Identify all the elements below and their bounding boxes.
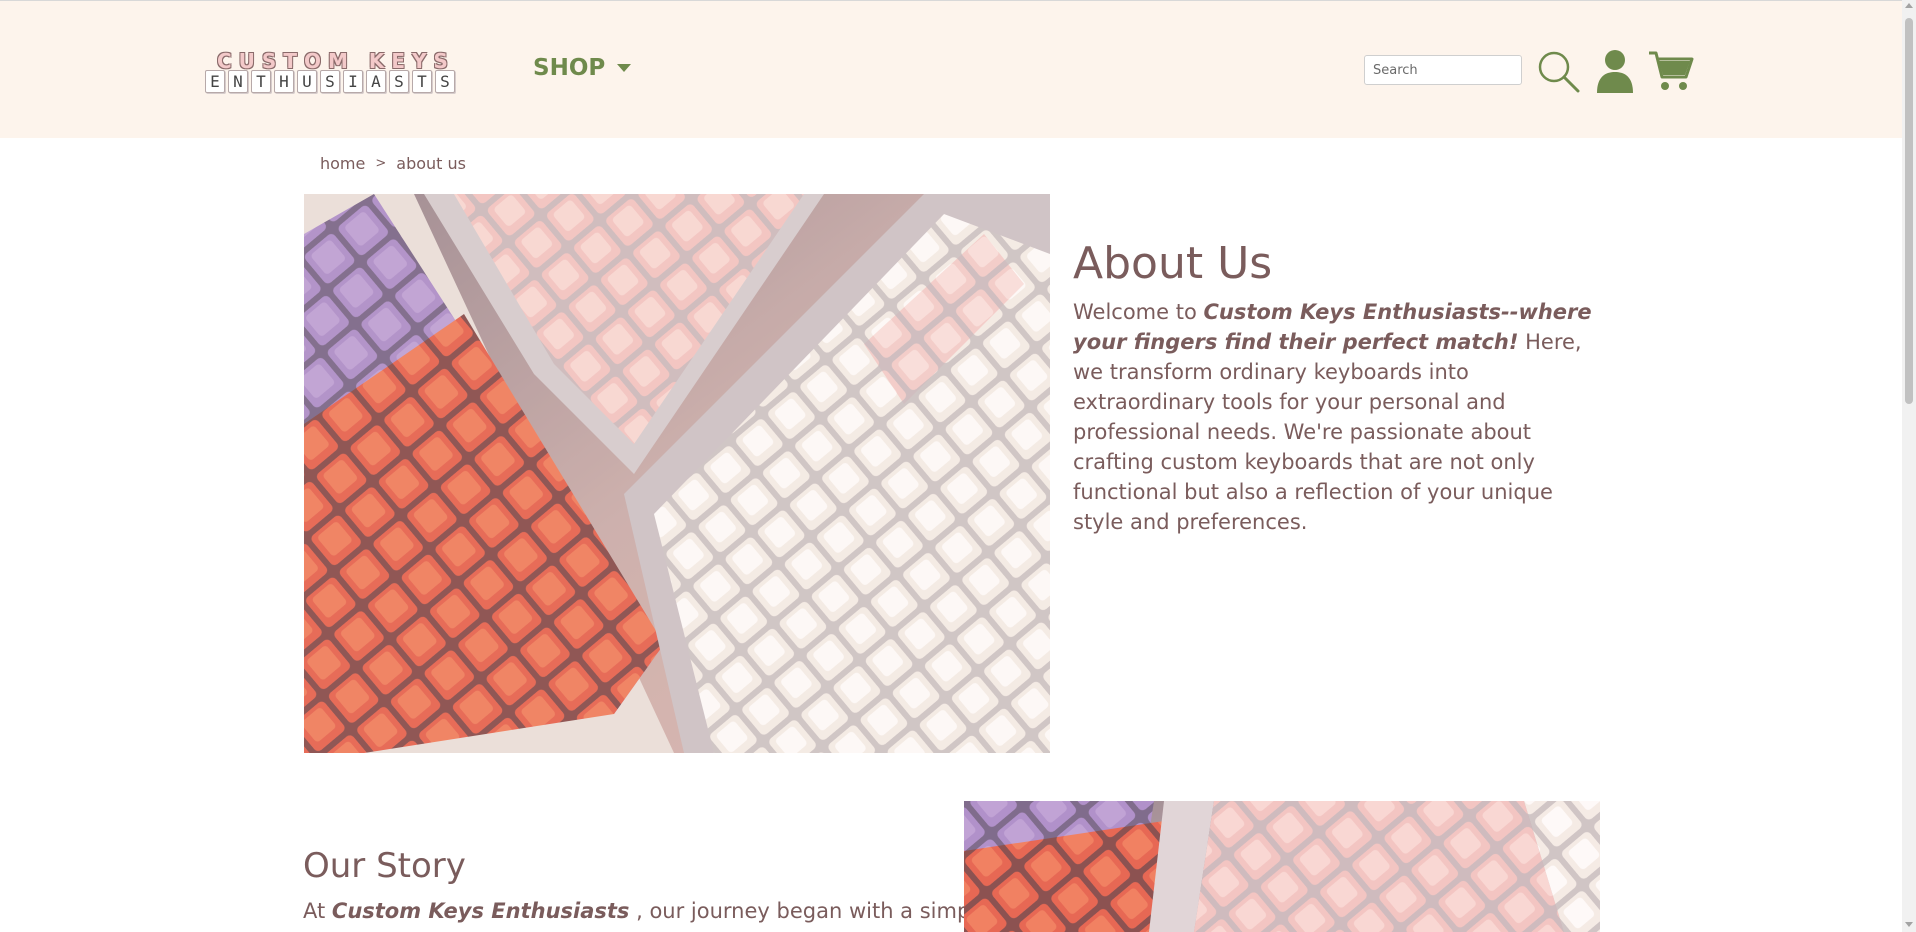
logo-key: U xyxy=(297,70,317,93)
story-text-plain-2: , our journey began with a simple xyxy=(629,899,990,923)
logo-key: E xyxy=(205,70,225,93)
scroll-down-arrow-icon[interactable] xyxy=(1905,922,1913,927)
caret-down-icon xyxy=(617,64,632,72)
about-body: Here, we transform ordinary keyboards in… xyxy=(1073,330,1582,534)
search-icon[interactable] xyxy=(1536,49,1580,93)
scrollbar-thumb[interactable] xyxy=(1905,18,1913,404)
breadcrumb-separator: > xyxy=(375,156,387,171)
about-intro-plain: Welcome to xyxy=(1073,300,1204,324)
logo-key: S xyxy=(320,70,340,93)
user-icon[interactable] xyxy=(1594,49,1636,93)
logo-key: S xyxy=(435,70,455,93)
keyboard-hero-image xyxy=(304,194,1050,753)
cart-icon[interactable] xyxy=(1648,49,1694,93)
page: CUSTOM KEYS E N T H U S I A S T S SHOP S… xyxy=(0,0,1902,932)
page-title: About Us xyxy=(1073,238,1273,289)
shop-label: SHOP xyxy=(533,55,606,81)
story-title: Our Story xyxy=(303,846,466,886)
shop-dropdown[interactable]: SHOP xyxy=(533,55,632,81)
site-header: CUSTOM KEYS E N T H U S I A S T S SHOP xyxy=(0,1,1902,138)
breadcrumb-current: about us xyxy=(396,154,466,173)
story-text-bold: Custom Keys Enthusiasts xyxy=(331,899,630,923)
logo-key: N xyxy=(228,70,248,93)
story-text-plain-1: At xyxy=(303,899,332,923)
keyboard-story-image xyxy=(964,801,1600,932)
logo-key: I xyxy=(343,70,363,93)
story-text: At Custom Keys Enthusiasts , our journey… xyxy=(303,896,989,926)
page-scrollbar[interactable] xyxy=(1902,0,1916,932)
logo-key: T xyxy=(412,70,432,93)
logo-line-2: E N T H U S I A S T S xyxy=(205,70,458,93)
about-intro-text: Welcome to Custom Keys Enthusiasts--wher… xyxy=(1073,297,1608,537)
breadcrumb: home > about us xyxy=(320,154,466,173)
breadcrumb-home-link[interactable]: home xyxy=(320,154,365,173)
logo-key: A xyxy=(366,70,386,93)
logo-key: S xyxy=(389,70,409,93)
logo-key: H xyxy=(274,70,294,93)
site-logo[interactable]: CUSTOM KEYS E N T H U S I A S T S xyxy=(205,49,455,99)
logo-key: T xyxy=(251,70,271,93)
search-input[interactable] xyxy=(1364,55,1522,85)
scroll-up-arrow-icon[interactable] xyxy=(1905,3,1913,8)
